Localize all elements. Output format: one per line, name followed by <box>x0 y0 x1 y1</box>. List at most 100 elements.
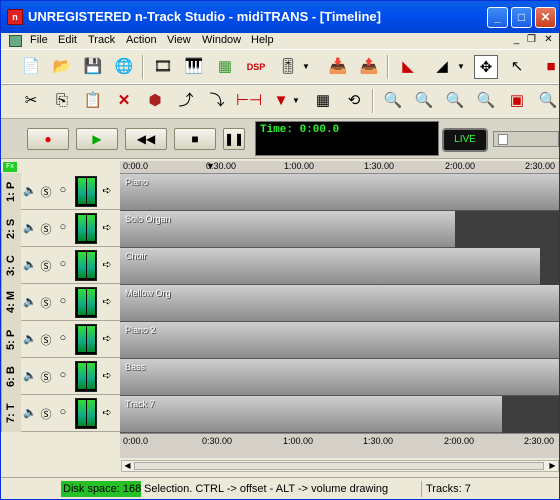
record-button[interactable]: ● <box>27 128 69 150</box>
track-row[interactable]: 5: P 🔈 Ⓢ ○ ➪ <box>1 321 120 358</box>
record-arm-circle-icon[interactable]: ○ <box>57 332 69 344</box>
piano-roll-icon[interactable]: 🎹 <box>182 55 206 79</box>
menu-edit[interactable]: Edit <box>58 34 77 46</box>
track-lane[interactable]: Piano 2 <box>120 322 559 359</box>
zoom-out-vertical-icon[interactable]: 🔍 <box>474 89 498 113</box>
grid-snap-icon[interactable]: ▦ <box>311 89 335 113</box>
track-row[interactable]: 4: M 🔈 Ⓢ ○ ➪ <box>1 284 120 321</box>
track-lane[interactable]: Mellow Org <box>120 285 559 322</box>
solo-icon[interactable]: Ⓢ <box>40 406 52 422</box>
web-globe-icon[interactable]: 🌐 <box>112 55 136 79</box>
record-arm-circle-icon[interactable]: ○ <box>57 258 69 270</box>
minimize-button[interactable]: _ <box>487 7 508 28</box>
loop-icon[interactable]: ⟲ <box>342 89 366 113</box>
document-system-icon[interactable] <box>9 35 22 47</box>
track-row[interactable]: 3: C 🔈 Ⓢ ○ ➪ <box>1 247 120 284</box>
fx-badge[interactable]: Fx <box>3 162 17 172</box>
mdi-close-button[interactable]: ✕ <box>542 34 555 47</box>
scroll-left-icon[interactable]: ◀ <box>122 461 133 471</box>
record-arm-circle-icon[interactable]: ○ <box>57 221 69 233</box>
speaker-icon[interactable]: 🔈 <box>23 332 37 345</box>
master-volume-slider[interactable] <box>493 131 559 147</box>
export-icon[interactable]: 📤 <box>357 55 381 79</box>
mixer-icon[interactable]: 🎚 <box>276 55 300 79</box>
volume-dropdown-icon[interactable]: ▼ <box>456 55 466 79</box>
marker-dropdown-icon[interactable]: ▼ <box>291 89 301 113</box>
erase-icon[interactable]: ⬢ <box>143 89 167 113</box>
speaker-icon[interactable]: 🔈 <box>23 258 37 271</box>
loop-region-icon[interactable]: ⊢⊣ <box>236 89 262 113</box>
track-row[interactable]: 1: P 🔈 Ⓢ ○ ➪ <box>1 173 120 210</box>
track-arrow-icon[interactable]: ➪ <box>101 184 113 197</box>
solo-icon[interactable]: Ⓢ <box>40 184 52 200</box>
solo-icon[interactable]: Ⓢ <box>40 258 52 274</box>
scroll-right-icon[interactable]: ▶ <box>547 461 558 471</box>
glue-icon[interactable]: ⤴ <box>174 89 198 113</box>
record-arm-icon[interactable]: ◣ <box>396 55 420 79</box>
copy-icon[interactable]: ⎘ <box>50 89 74 113</box>
slider-thumb[interactable] <box>498 134 508 145</box>
speaker-icon[interactable]: 🔈 <box>23 221 37 234</box>
record-arm-circle-icon[interactable]: ○ <box>57 406 69 418</box>
playhead-marker-icon[interactable]: ▼ <box>206 161 215 171</box>
track-arrow-icon[interactable]: ➪ <box>101 221 113 234</box>
stop-tool-icon[interactable]: ■ <box>539 55 560 79</box>
delete-icon[interactable]: ✕ <box>112 89 136 113</box>
maximize-button[interactable]: □ <box>511 7 532 28</box>
move-tool-icon[interactable]: ✥ <box>474 55 498 79</box>
stop-button[interactable]: ■ <box>174 128 216 150</box>
waveform-view-icon[interactable]: ▦ <box>213 55 237 79</box>
timeline-ruler[interactable]: 0:00.0 0:30.00 1:00.00 1:30.00 2:00.00 2… <box>120 161 559 174</box>
solo-icon[interactable]: Ⓢ <box>40 221 52 237</box>
track-arrow-icon[interactable]: ➪ <box>101 258 113 271</box>
save-icon[interactable]: 💾 <box>81 55 105 79</box>
track-arrow-icon[interactable]: ➪ <box>101 406 113 419</box>
speaker-icon[interactable]: 🔈 <box>23 184 37 197</box>
track-arrow-icon[interactable]: ➪ <box>101 295 113 308</box>
mdi-restore-button[interactable]: ❐ <box>525 34 538 47</box>
track-name[interactable]: 7: T <box>1 395 21 432</box>
volume-ramp-icon[interactable]: ◢ <box>430 55 454 79</box>
timeline-lanes[interactable]: Piano Solo Organ Choir Mellow Org Piano 2 Bas… <box>120 174 559 433</box>
open-folder-icon[interactable]: 📂 <box>50 55 74 79</box>
track-name[interactable]: 1: P <box>1 173 21 210</box>
zoom-in-vertical-icon[interactable]: 🔍 <box>443 89 467 113</box>
menu-view[interactable]: View <box>167 34 191 46</box>
split-icon[interactable]: ⤵ <box>205 89 229 113</box>
menu-action[interactable]: Action <box>126 34 157 46</box>
play-button[interactable]: ▶ <box>76 128 118 150</box>
pause-button[interactable]: ❚❚ <box>223 128 245 150</box>
close-button[interactable]: ✕ <box>535 7 556 28</box>
track-row[interactable]: 2: S 🔈 Ⓢ ○ ➪ <box>1 210 120 247</box>
track-lane[interactable]: Solo Organ <box>120 211 559 248</box>
horizontal-scrollbar[interactable]: ◀ ▶ <box>121 460 559 472</box>
track-row[interactable]: 6: B 🔈 Ⓢ ○ ➪ <box>1 358 120 395</box>
record-arm-circle-icon[interactable]: ○ <box>57 369 69 381</box>
solo-icon[interactable]: Ⓢ <box>40 295 52 311</box>
new-file-icon[interactable]: 📄 <box>19 55 43 79</box>
track-name[interactable]: 2: S <box>1 210 21 247</box>
track-lane[interactable]: Piano <box>120 174 559 211</box>
speaker-icon[interactable]: 🔈 <box>23 406 37 419</box>
track-lane[interactable]: Bass <box>120 359 559 396</box>
track-name[interactable]: 3: C <box>1 247 21 284</box>
solo-icon[interactable]: Ⓢ <box>40 369 52 385</box>
mdi-minimize-button[interactable]: _ <box>510 34 523 47</box>
pointer-tool-icon[interactable]: ↖ <box>505 55 529 79</box>
track-arrow-icon[interactable]: ➪ <box>101 369 113 382</box>
zoom-fit-icon[interactable]: ▣ <box>505 89 529 113</box>
record-arm-circle-icon[interactable]: ○ <box>57 295 69 307</box>
scrollbar-thumb[interactable] <box>134 462 544 470</box>
mixer-dropdown-icon[interactable]: ▼ <box>301 55 311 79</box>
menu-track[interactable]: Track <box>88 34 115 46</box>
track-arrow-icon[interactable]: ➪ <box>101 332 113 345</box>
track-name[interactable]: 4: M <box>1 284 21 321</box>
live-button[interactable]: LIVE <box>442 128 488 152</box>
menu-help[interactable]: Help <box>251 34 274 46</box>
speaker-icon[interactable]: 🔈 <box>23 295 37 308</box>
dsp-icon[interactable]: DSP <box>244 55 268 79</box>
timeline-view-icon[interactable]: 🎞 <box>151 55 175 79</box>
import-icon[interactable]: 📥 <box>326 55 350 79</box>
app-icon[interactable]: n <box>7 9 23 25</box>
track-name[interactable]: 5: P <box>1 321 21 358</box>
